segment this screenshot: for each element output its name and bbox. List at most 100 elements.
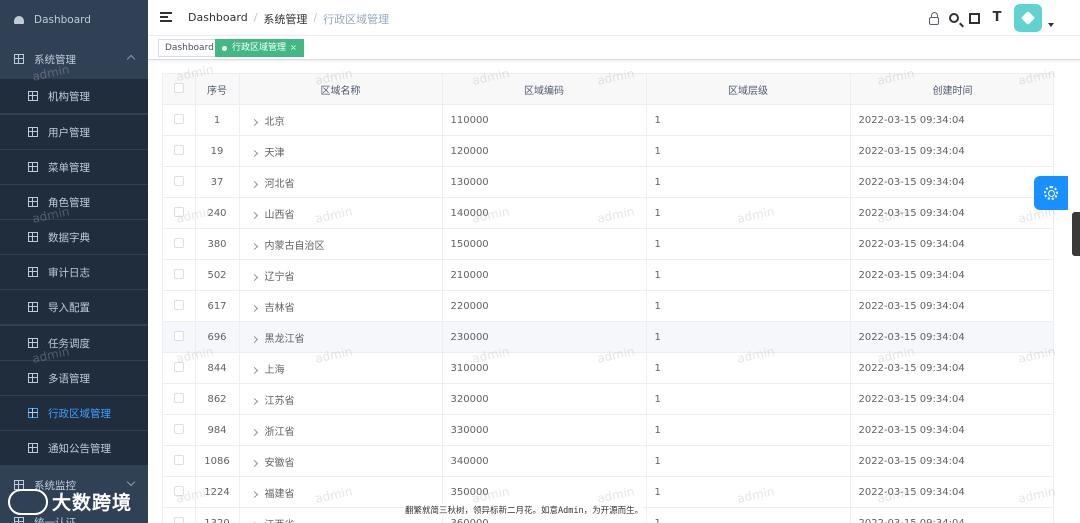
tags-view: Dashboard 行政区域管理 × [148,36,1080,60]
expand-icon[interactable] [250,304,258,312]
cell-code: 120000 [442,135,647,167]
cell-created: 2022-03-15 09:34:04 [850,414,1053,446]
table-row[interactable]: 19 天津 120000 1 2022-03-15 09:34:04 [163,135,1053,167]
cell-name: 安徽省 [239,445,443,477]
sidebar-item-notice[interactable]: 通知公告管理 [0,431,148,465]
fullscreen-icon[interactable] [969,12,980,24]
row-checkbox[interactable] [173,144,184,155]
expand-icon[interactable] [250,459,258,467]
sidebar-item-scheduler[interactable]: 任务调度 [0,326,148,360]
row-checkbox[interactable] [173,237,184,248]
sidebar-item-dictionary[interactable]: 数据字典 [0,220,148,254]
logo-icon [8,488,48,515]
table-icon [14,54,24,64]
cell-code: 130000 [442,166,647,198]
region-name: 江西省 [265,520,295,523]
table-row[interactable]: 1224 福建省 350000 1 2022-03-15 09:34:04 [163,476,1053,508]
cell-id: 240 [195,197,240,229]
expand-icon[interactable] [250,366,258,374]
row-checkbox[interactable] [173,206,184,217]
cell-created: 2022-03-15 09:34:04 [850,259,1053,291]
table-icon [28,267,38,277]
cell-created: 2022-03-15 09:34:04 [850,321,1053,353]
table-icon [28,162,38,172]
expand-icon[interactable] [250,149,258,157]
region-name: 辽宁省 [264,271,295,283]
row-select-cell [163,135,196,167]
logo-text: 大数跨境 [52,492,133,514]
cell-code: 150000 [442,228,647,260]
row-checkbox[interactable] [173,485,184,496]
row-checkbox[interactable] [173,392,184,403]
expand-icon[interactable] [250,335,258,343]
table-icon [28,408,38,418]
tag-region[interactable]: 行政区域管理 × [215,39,304,57]
expand-icon[interactable] [250,211,258,219]
table-icon [28,338,38,348]
region-name: 北京 [264,116,285,128]
sidebar-item-label: 多语管理 [48,372,90,385]
table-row[interactable]: 240 山西省 140000 1 2022-03-15 09:34:04 [163,197,1053,229]
table-row[interactable]: 37 河北省 130000 1 2022-03-15 09:34:04 [163,166,1053,198]
settings-button[interactable] [1034,176,1068,210]
row-checkbox[interactable] [173,361,184,372]
brand-logo: 大数跨境 [8,488,132,515]
sidebar-item-audit-log[interactable]: 审计日志 [0,255,148,289]
table-row[interactable]: 380 内蒙古自治区 150000 1 2022-03-15 09:34:04 [163,228,1053,260]
row-checkbox[interactable] [173,113,184,124]
footer-text: 翻繁就简三秋树，领异标新二月花。如意Admin，为开源而生。 [405,504,644,516]
table-row[interactable]: 696 黑龙江省 230000 1 2022-03-15 09:34:04 [163,321,1053,353]
row-checkbox[interactable] [173,268,184,279]
expand-icon[interactable] [250,180,258,188]
table-row[interactable]: 862 江苏省 320000 1 2022-03-15 09:34:04 [163,383,1053,415]
sidebar-item-i18n[interactable]: 多语管理 [0,361,148,395]
expand-icon[interactable] [250,397,258,405]
scrollbar-handle[interactable] [1072,212,1080,256]
row-checkbox[interactable] [173,175,184,186]
cell-level: 1 [646,414,851,446]
tag-dashboard[interactable]: Dashboard [158,39,221,57]
row-checkbox[interactable] [173,299,184,310]
sidebar-item-roles[interactable]: 角色管理 [0,185,148,219]
avatar[interactable] [1014,4,1042,32]
cell-level: 1 [646,135,851,167]
cell-created: 2022-03-15 09:34:04 [850,228,1053,260]
sidebar-item-org[interactable]: 机构管理 [0,79,148,113]
table-row[interactable]: 502 辽宁省 210000 1 2022-03-15 09:34:04 [163,259,1053,291]
hamburger-icon[interactable] [160,12,172,22]
row-checkbox[interactable] [173,423,184,434]
cell-created: 2022-03-15 09:34:04 [850,352,1053,384]
row-checkbox[interactable] [173,516,184,523]
table-icon [28,197,38,207]
expand-icon[interactable] [250,428,258,436]
row-checkbox[interactable] [173,454,184,465]
table-row[interactable]: 1086 安徽省 340000 1 2022-03-15 09:34:04 [163,445,1053,477]
cell-level: 1 [646,383,851,415]
sidebar-item-label: 数据字典 [48,231,90,244]
row-checkbox[interactable] [173,330,184,341]
lock-icon[interactable] [929,11,939,25]
expand-icon[interactable] [250,490,258,498]
expand-icon[interactable] [250,118,258,126]
table-row[interactable]: 984 浙江省 330000 1 2022-03-15 09:34:04 [163,414,1053,446]
sidebar-item-region[interactable]: 行政区域管理 [0,396,148,430]
search-icon[interactable] [949,13,959,23]
sidebar-item-menu[interactable]: 菜单管理 [0,150,148,184]
column-header: 区域层级 [646,73,851,105]
table-row[interactable]: 844 上海 310000 1 2022-03-15 09:34:04 [163,352,1053,384]
expand-icon[interactable] [250,273,258,281]
table-row[interactable]: 617 吉林省 220000 1 2022-03-15 09:34:04 [163,290,1053,322]
select-all-checkbox[interactable] [173,82,184,93]
sidebar-menu-system-management[interactable]: 系统管理 [0,42,148,76]
caret-down-icon[interactable] [1048,23,1054,27]
font-size-icon[interactable]: T [990,11,1004,25]
expand-icon[interactable] [250,242,258,250]
sidebar-item-users[interactable]: 用户管理 [0,115,148,149]
table-row[interactable]: 1 北京 110000 1 2022-03-15 09:34:04 [163,104,1053,136]
close-icon[interactable]: × [290,43,297,52]
cell-created: 2022-03-15 09:34:04 [850,507,1053,523]
cell-level: 1 [646,290,851,322]
sidebar-item-import-config[interactable]: 导入配置 [0,290,148,324]
breadcrumb-dashboard[interactable]: Dashboard [188,11,248,27]
sidebar-item-dashboard[interactable]: Dashboard [0,3,148,37]
